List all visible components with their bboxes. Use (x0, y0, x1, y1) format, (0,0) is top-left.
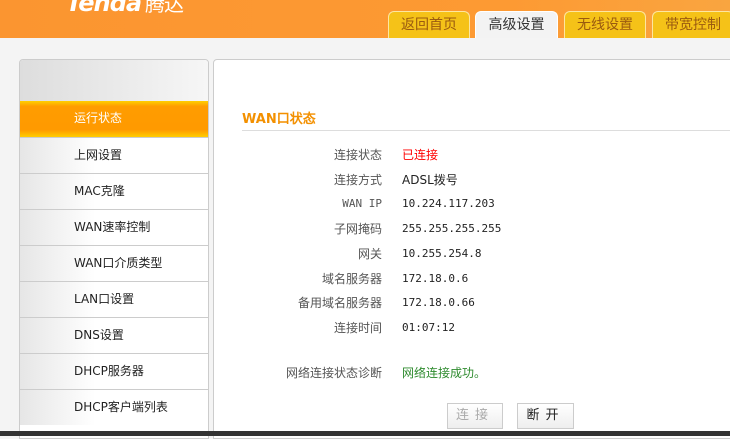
bottom-bar (0, 431, 730, 436)
diagnosis-value: 网络连接成功。 (402, 366, 487, 380)
tab-home[interactable]: 返回首页 (388, 11, 470, 38)
tab-advanced[interactable]: 高级设置 (475, 11, 558, 38)
row-label: WAN IP (342, 197, 382, 211)
sidebar: 运行状态 上网设置 MAC克隆 WAN速率控制 WAN口介质类型 LAN口设置 … (19, 59, 209, 439)
sidebar-item-internet[interactable]: 上网设置 (20, 137, 208, 173)
content-panel: WAN口状态 连接状态 已连接连接方式 ADSL拨号 WAN IP 10.224.117… (213, 59, 730, 439)
divider (242, 130, 730, 131)
sidebar-item-wan-media[interactable]: WAN口介质类型 (20, 245, 208, 281)
status-row: 域名服务器 172.18.0.6 (214, 269, 730, 289)
status-row: 连接状态 已连接 (214, 145, 730, 165)
status-row: 子网掩码 255.255.255.255 (214, 219, 730, 239)
row-value: 10.255.254.8 (402, 246, 482, 260)
row-value: 255.255.255.255 (402, 222, 502, 236)
status-row: 连接时间 01:07:12 (214, 318, 730, 338)
row-value: 172.18.0.6 (402, 271, 469, 285)
status-row: 备用域名服务器 172.18.0.66 (214, 293, 730, 313)
header: Tenda 腾达 返回首页 高级设置 无线设置 带宽控制 (0, 0, 730, 38)
row-value: 172.18.0.66 (402, 296, 475, 310)
row-label: 备用域名服务器 (297, 296, 382, 311)
status-row: 网关 10.255.254.8 (214, 244, 730, 264)
sidebar-item-mac-clone[interactable]: MAC克隆 (20, 173, 208, 209)
connect-button[interactable]: 连接 (447, 403, 503, 429)
row-label: 域名服务器 (321, 271, 382, 286)
sidebar-item-status[interactable]: 运行状态 (20, 101, 208, 137)
row-label: 连接方式 (333, 172, 382, 187)
row-value: 已连接 (402, 148, 439, 162)
sidebar-item-dhcp-server[interactable]: DHCP服务器 (20, 353, 208, 389)
sidebar-item-dns[interactable]: DNS设置 (20, 317, 208, 353)
status-row: 连接方式 ADSL拨号 (214, 170, 730, 190)
row-value: 10.224.117.203 (402, 197, 495, 211)
sidebar-item-dhcp-clients[interactable]: DHCP客户端列表 (20, 389, 208, 425)
tab-bandwidth[interactable]: 带宽控制 (652, 11, 730, 38)
section-title: WAN口状态 (242, 112, 316, 127)
status-row: WAN IP 10.224.117.203 (214, 194, 730, 214)
tab-wireless[interactable]: 无线设置 (564, 11, 646, 38)
sidebar-header (20, 60, 208, 101)
disconnect-button[interactable]: 断开 (517, 403, 574, 429)
row-label: 网关 (357, 246, 382, 261)
logo: Tenda 腾达 (66, 0, 184, 17)
row-value: 01:07:12 (402, 320, 455, 334)
row-label: 连接状态 (333, 148, 382, 162)
row-label: 连接时间 (333, 320, 382, 335)
row-label: 子网掩码 (333, 222, 382, 237)
row-value: ADSL拨号 (402, 172, 458, 187)
diagnosis-row: 网络连接状态诊断 网络连接成功。 (214, 363, 730, 383)
diagnosis-label: 网络连接状态诊断 (285, 366, 382, 380)
sidebar-item-wan-speed[interactable]: WAN速率控制 (20, 209, 208, 245)
sidebar-item-lan[interactable]: LAN口设置 (20, 281, 208, 317)
